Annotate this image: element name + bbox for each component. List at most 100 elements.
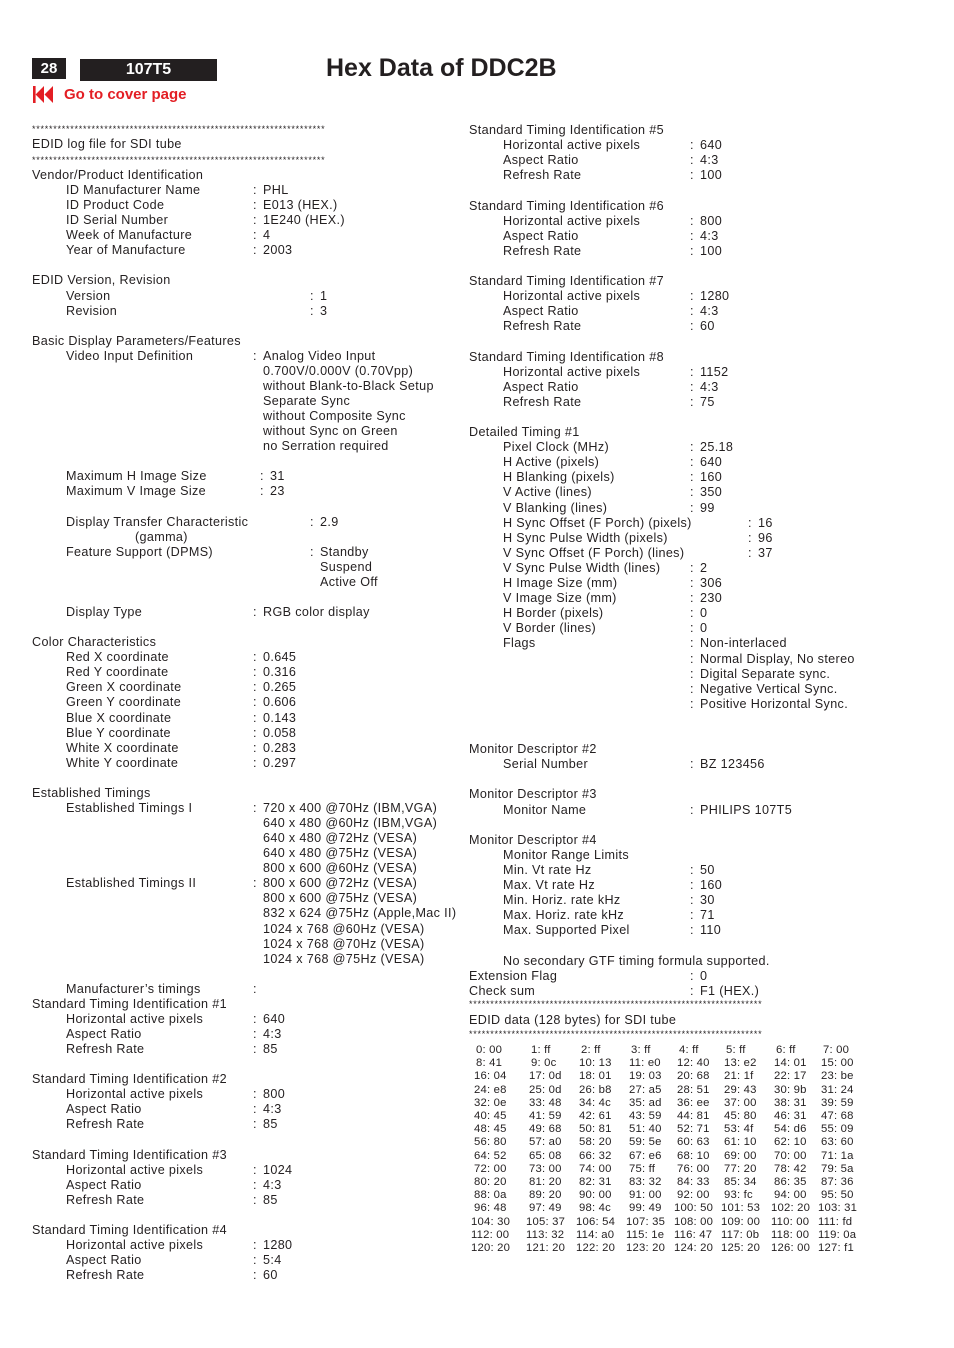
byte-value: 17 (793, 1070, 807, 1083)
field-value: 4:3 (700, 153, 719, 168)
byte-value: a0 (601, 1228, 615, 1241)
field-value: 350 (700, 485, 723, 500)
field-label: Pixel Clock (MHz) (503, 440, 610, 455)
hex-byte: 55: 09 (821, 1123, 854, 1136)
byte-value: 47 (699, 1228, 713, 1241)
field-label: H Blanking (pixels) (503, 470, 615, 485)
field-label: H Border (pixels) (503, 606, 604, 621)
byte-index: 68: (677, 1149, 697, 1162)
byte-index: 97: (529, 1202, 549, 1215)
field-separator: : (690, 968, 694, 983)
byte-index: 126: (771, 1242, 798, 1254)
hex-byte: 69: 00 (724, 1150, 757, 1163)
byte-value: 54 (602, 1215, 616, 1228)
byte-index: 40: (474, 1110, 494, 1122)
field-value: without Composite Sync (263, 409, 406, 424)
byte-index: 91: (629, 1189, 649, 1202)
field-label: ID Product Code (66, 198, 165, 213)
byte-value: 1a (840, 1149, 854, 1162)
field-label: Aspect Ratio (503, 228, 579, 243)
byte-value: be (840, 1070, 854, 1083)
field-label: Feature Support (DPMS) (66, 544, 213, 559)
byte-index: 50: (579, 1123, 599, 1136)
hex-byte: 6: ff (776, 1044, 796, 1057)
field-value: 800 x 600 @60Hz (VESA) (263, 861, 418, 876)
byte-value: 31 (844, 1202, 858, 1215)
byte-index: 39: (821, 1096, 841, 1109)
hex-byte: 22: 17 (774, 1070, 807, 1083)
field-label: Horizontal active pixels (66, 1162, 204, 1177)
hex-byte: 20: 68 (677, 1070, 710, 1083)
hex-byte: 89: 20 (529, 1189, 562, 1202)
field-separator: : (690, 213, 694, 228)
byte-value: 34 (743, 1176, 757, 1188)
byte-value: 59 (648, 1110, 662, 1122)
field-separator: : (748, 515, 752, 530)
hex-byte: 59: 5e (629, 1136, 662, 1149)
field-separator: : (310, 544, 314, 559)
byte-value: 52 (493, 1149, 507, 1162)
field-value: 640 (700, 138, 723, 153)
hex-byte: 91: 00 (629, 1189, 662, 1202)
byte-index: 105: (526, 1215, 553, 1228)
hex-byte: 0: 00 (476, 1044, 502, 1057)
byte-index: 1: (531, 1044, 545, 1056)
field-value: Analog Video Input (263, 348, 376, 363)
byte-value: 63 (696, 1136, 710, 1149)
hex-byte: 24: e8 (474, 1084, 507, 1097)
field-label: Red Y coordinate (66, 665, 169, 680)
byte-index: 26: (579, 1083, 599, 1096)
byte-value: 20 (747, 1242, 761, 1254)
field-label: H Sync Pulse Width (pixels) (503, 530, 668, 545)
section-heading: Standard Timing Identification #1 (32, 996, 227, 1011)
byte-index: 94: (774, 1189, 794, 1202)
hex-byte: 103: 31 (818, 1202, 857, 1215)
field-separator: : (253, 725, 257, 740)
byte-index: 85: (724, 1176, 744, 1188)
byte-value: e2 (743, 1057, 757, 1070)
byte-index: 98: (579, 1202, 599, 1215)
byte-index: 15: (821, 1057, 841, 1070)
field-value: 0.143 (263, 710, 297, 725)
byte-value: fd (842, 1215, 853, 1228)
byte-index: 65: (529, 1149, 549, 1162)
byte-index: 27: (629, 1083, 649, 1096)
byte-index: 75: (629, 1162, 649, 1175)
field-value: 160 (700, 878, 723, 892)
hex-byte: 39: 59 (821, 1097, 854, 1110)
field-label: White X coordinate (66, 740, 179, 755)
hex-byte: 30: 9b (774, 1084, 807, 1097)
byte-value: 41 (489, 1057, 503, 1070)
byte-index: 109: (721, 1215, 748, 1228)
hex-byte: 81: 20 (529, 1176, 562, 1189)
byte-value: 59 (548, 1110, 562, 1122)
field-value: 99 (700, 500, 715, 515)
byte-value: ff (544, 1044, 551, 1056)
field-separator: : (253, 1117, 257, 1132)
byte-value: 9b (793, 1083, 807, 1096)
hex-byte: 51: 40 (629, 1123, 662, 1136)
field-value: 4:3 (700, 379, 719, 394)
field-value: 4 (263, 228, 271, 243)
go-to-cover-link[interactable]: Go to cover page (33, 84, 187, 104)
field-separator: : (690, 576, 694, 590)
byte-index: 100: (674, 1202, 701, 1215)
hex-byte: 61: 10 (724, 1136, 757, 1149)
field-label: Maximum V Image Size (66, 484, 206, 499)
byte-index: 121: (526, 1242, 553, 1254)
field-separator: : (690, 304, 694, 319)
byte-index: 43: (629, 1110, 649, 1122)
field-label: Manufacturer’s timings (66, 981, 201, 996)
field-label: Refresh Rate (503, 243, 582, 258)
hex-byte: 71: 1a (821, 1150, 854, 1163)
byte-value: ff (644, 1044, 651, 1056)
field-value: 2.9 (320, 514, 339, 529)
byte-value: 60 (840, 1136, 854, 1149)
byte-index: 117: (721, 1228, 747, 1241)
byte-index: 64: (474, 1149, 494, 1162)
field-value: 1 (320, 288, 328, 303)
field-value: 85 (263, 1042, 278, 1057)
byte-value: 20 (493, 1176, 507, 1188)
byte-index: 104: (471, 1215, 498, 1228)
byte-index: 77: (724, 1162, 744, 1175)
